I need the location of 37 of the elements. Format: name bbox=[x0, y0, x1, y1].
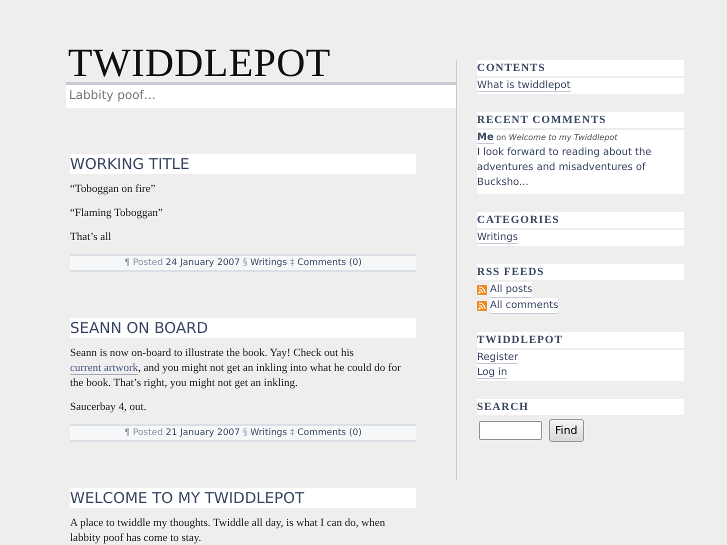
post-paragraph: “Toboggan on fire” bbox=[70, 182, 156, 197]
widget-heading: TWIDDLEPOT bbox=[477, 332, 684, 348]
post-title[interactable]: WELCOME TO MY TWIDDLEPOT bbox=[70, 488, 416, 508]
widget-heading: CATEGORIES bbox=[477, 212, 684, 228]
rss-icon[interactable] bbox=[477, 301, 487, 311]
comment-byline: Me on Welcome to my Twiddlepot bbox=[477, 131, 619, 145]
post-paragraph: “Flaming Toboggan” bbox=[70, 206, 164, 221]
widget-heading: SEARCH bbox=[477, 399, 684, 415]
find-button[interactable]: Find bbox=[549, 419, 584, 442]
comments-link[interactable]: Comments (0) bbox=[297, 258, 362, 268]
rss-icon[interactable] bbox=[477, 285, 487, 295]
post-paragraph: That’s all bbox=[70, 230, 112, 245]
post-paragraph: Seann is now on-board to illustrate the book. Yay! Check out his current artwork, and you might not get an inkling into what he could do for the book. That’s right, you might not get an inkling. bbox=[70, 346, 402, 391]
post-meta: ¶ Posted 24 January 2007 § Writings ‡ Comments (0) bbox=[70, 254, 416, 272]
site-title[interactable]: TWIDDLEPOT bbox=[68, 44, 331, 82]
feed-link[interactable]: All comments bbox=[490, 298, 558, 314]
comments-link[interactable]: Comments (0) bbox=[297, 428, 362, 438]
category-link[interactable]: Writings bbox=[250, 428, 288, 438]
widget-heading: RECENT COMMENTS bbox=[477, 112, 684, 128]
sidebar-link[interactable]: Log in bbox=[477, 367, 508, 379]
search-field[interactable] bbox=[479, 421, 542, 440]
post-link[interactable]: Welcome to my Twiddlepot bbox=[508, 133, 618, 142]
author-link[interactable]: Me bbox=[477, 132, 494, 144]
post-paragraph: Saucerbay 4, out. bbox=[70, 400, 148, 415]
sidebar-link[interactable]: Register bbox=[477, 352, 518, 364]
sidebar-link[interactable]: Writings bbox=[477, 232, 518, 244]
post-title[interactable]: WORKING TITLE bbox=[70, 154, 416, 174]
comment-excerpt: I look forward to reading about the adventures and misadventures of Bucksho... bbox=[477, 146, 652, 190]
post-title[interactable]: SEANN ON BOARD bbox=[70, 318, 416, 338]
artwork-link[interactable]: current artwork bbox=[70, 362, 138, 375]
category-link[interactable]: Writings bbox=[250, 258, 288, 268]
post-meta: ¶ Posted 21 January 2007 § Writings ‡ Comments (0) bbox=[70, 424, 416, 442]
widget-heading: CONTENTS bbox=[477, 60, 684, 76]
post-paragraph: A place to twiddle my thoughts. Twiddle all day, is what I can do, when labbity poof has come to stay. bbox=[70, 516, 386, 545]
site-tagline: Labbity poof… bbox=[66, 82, 456, 108]
feed-link[interactable]: All posts bbox=[490, 282, 532, 298]
widget-heading: RSS FEEDS bbox=[477, 264, 684, 280]
